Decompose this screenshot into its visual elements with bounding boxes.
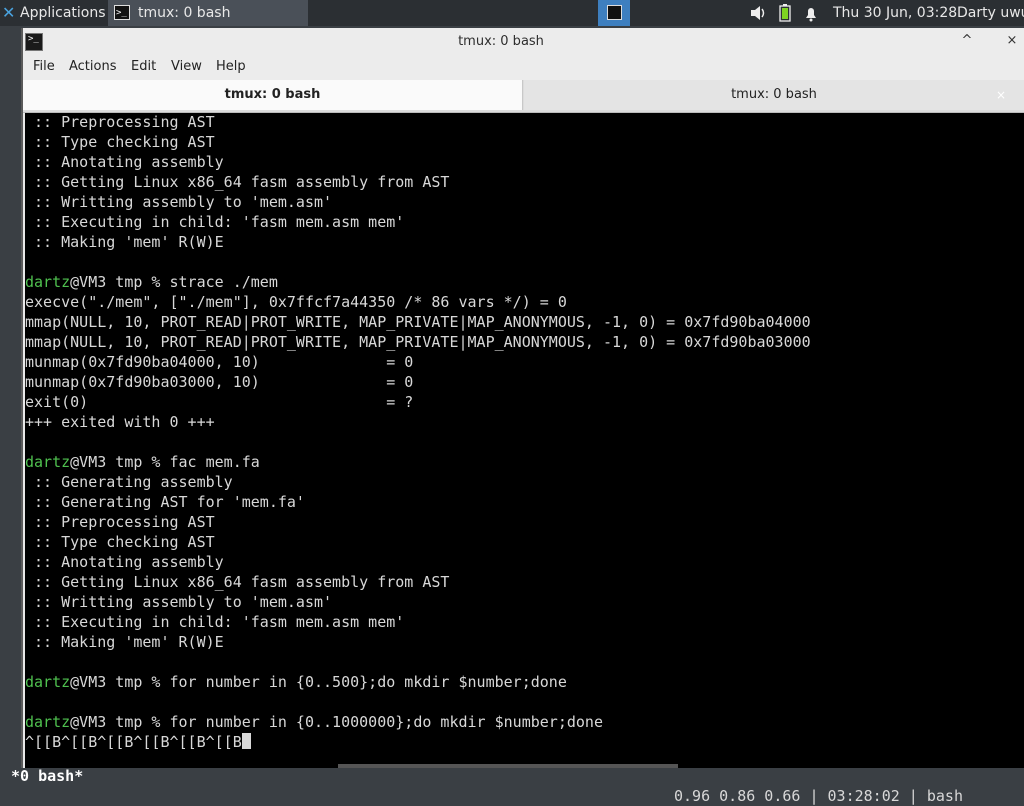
terminal-line: :: Executing in child: 'fasm mem.asm mem… bbox=[25, 613, 405, 631]
close-window-button[interactable]: × bbox=[1004, 33, 1020, 49]
terminal-window: >_ tmux: 0 bash ^ × File Actions Edit Vi… bbox=[21, 28, 1024, 768]
terminal-line: :: Getting Linux x86_64 fasm assembly fr… bbox=[25, 573, 450, 591]
terminal-line: :: Executing in child: 'fasm mem.asm mem… bbox=[25, 213, 405, 231]
tab-label: tmux: 0 bash bbox=[224, 87, 321, 102]
terminal-line: :: Anotating assembly bbox=[25, 153, 224, 171]
terminal-line: munmap(0x7fd90ba03000, 10) = 0 bbox=[25, 373, 414, 391]
terminal-line: :: Type checking AST bbox=[25, 133, 215, 151]
terminal-line: :: Generating AST for 'mem.fa' bbox=[25, 493, 305, 511]
terminal-line: :: Preprocessing AST bbox=[25, 513, 215, 531]
collapse-window-button[interactable]: ^ bbox=[959, 33, 975, 49]
user-menu[interactable]: Darty uwu bbox=[957, 0, 1024, 26]
taskbar-item-label: tmux: 0 bash bbox=[138, 5, 231, 21]
menu-help[interactable]: Help bbox=[216, 59, 246, 74]
workspace-switcher[interactable] bbox=[598, 0, 630, 26]
tab-label: tmux: 0 bash bbox=[731, 87, 817, 102]
terminal-line: mmap(NULL, 10, PROT_READ|PROT_WRITE, MAP… bbox=[25, 313, 811, 331]
applications-menu-button[interactable]: ✕ Applications bbox=[0, 0, 106, 26]
terminal-line: :: Making 'mem' R(W)E bbox=[25, 233, 224, 251]
terminal-line: :: Writting assembly to 'mem.asm' bbox=[25, 193, 333, 211]
terminal-line: execve("./mem", ["./mem"], 0x7ffcf7a4435… bbox=[25, 293, 567, 311]
taskbar-item-terminal[interactable]: tmux: 0 bash bbox=[108, 0, 308, 26]
terminal-line: :: Writting assembly to 'mem.asm' bbox=[25, 593, 333, 611]
terminal-line: :: Type checking AST bbox=[25, 533, 215, 551]
terminal-line: +++ exited with 0 +++ bbox=[25, 413, 215, 431]
prompt-user: dartz bbox=[25, 453, 71, 471]
terminal-line: :: Generating assembly bbox=[25, 473, 233, 491]
terminal-line: mmap(NULL, 10, PROT_READ|PROT_WRITE, MAP… bbox=[25, 333, 811, 351]
terminal-output[interactable]: :: Preprocessing AST :: Type checking AS… bbox=[25, 113, 1024, 768]
terminal-line: dartz@VM3 tmp % for number in {0..100000… bbox=[25, 713, 603, 731]
terminal-line: :: Anotating assembly bbox=[25, 553, 224, 571]
terminal-line: munmap(0x7fd90ba04000, 10) = 0 bbox=[25, 353, 414, 371]
menu-edit[interactable]: Edit bbox=[131, 59, 156, 74]
terminal-line: :: Getting Linux x86_64 fasm assembly fr… bbox=[25, 173, 450, 191]
menu-view[interactable]: View bbox=[171, 59, 202, 74]
terminal-line: :: Preprocessing AST bbox=[25, 113, 215, 131]
terminal-icon bbox=[607, 5, 622, 20]
terminal-line: dartz@VM3 tmp % fac mem.fa bbox=[25, 453, 260, 471]
menu-bar: File Actions Edit View Help bbox=[23, 56, 1024, 80]
terminal-line: dartz@VM3 tmp % for number in {0..500};d… bbox=[25, 673, 567, 691]
terminal-line: :: Making 'mem' R(W)E bbox=[25, 633, 224, 651]
prompt-user: dartz bbox=[25, 713, 71, 731]
prompt-user: dartz bbox=[25, 673, 71, 691]
tab-close-icon[interactable]: × bbox=[996, 80, 1006, 110]
tab-bar: tmux: 0 bash tmux: 0 bash × bbox=[23, 80, 1024, 113]
clock[interactable]: Thu 30 Jun, 03:28 bbox=[833, 0, 957, 26]
xfce-icon: ✕ bbox=[2, 3, 16, 22]
prompt-user: dartz bbox=[25, 273, 71, 291]
terminal-icon bbox=[114, 0, 130, 26]
terminal-line: exit(0) = ? bbox=[25, 393, 414, 411]
window-title: tmux: 0 bash bbox=[458, 34, 544, 49]
terminal-line: dartz@VM3 tmp % strace ./mem bbox=[25, 273, 278, 291]
tmux-window-list[interactable]: *0 bash* bbox=[11, 766, 83, 786]
terminal-lines: :: Preprocessing AST :: Type checking AS… bbox=[25, 113, 811, 752]
menu-file[interactable]: File bbox=[33, 59, 55, 74]
tmux-status-right: 0.96 0.86 0.66 | 03:28:02 | bash bbox=[674, 787, 963, 805]
applications-label: Applications bbox=[20, 5, 106, 21]
battery-icon[interactable] bbox=[779, 0, 791, 26]
tab-terminal-2[interactable]: tmux: 0 bash × bbox=[524, 80, 1024, 110]
tmux-status-bar: *0 bash* 0.96 0.86 0.66 | 03:28:02 | bas… bbox=[2, 746, 1003, 805]
horizontal-scrollbar[interactable] bbox=[338, 764, 678, 768]
volume-icon[interactable] bbox=[749, 0, 767, 26]
notification-bell-icon[interactable] bbox=[803, 0, 819, 26]
top-panel: ✕ Applications tmux: 0 bash Thu 30 Jun, … bbox=[0, 0, 1024, 26]
tab-terminal-1[interactable]: tmux: 0 bash bbox=[23, 80, 523, 110]
window-titlebar[interactable]: >_ tmux: 0 bash ^ × bbox=[23, 28, 1024, 56]
menu-actions[interactable]: Actions bbox=[69, 59, 117, 74]
